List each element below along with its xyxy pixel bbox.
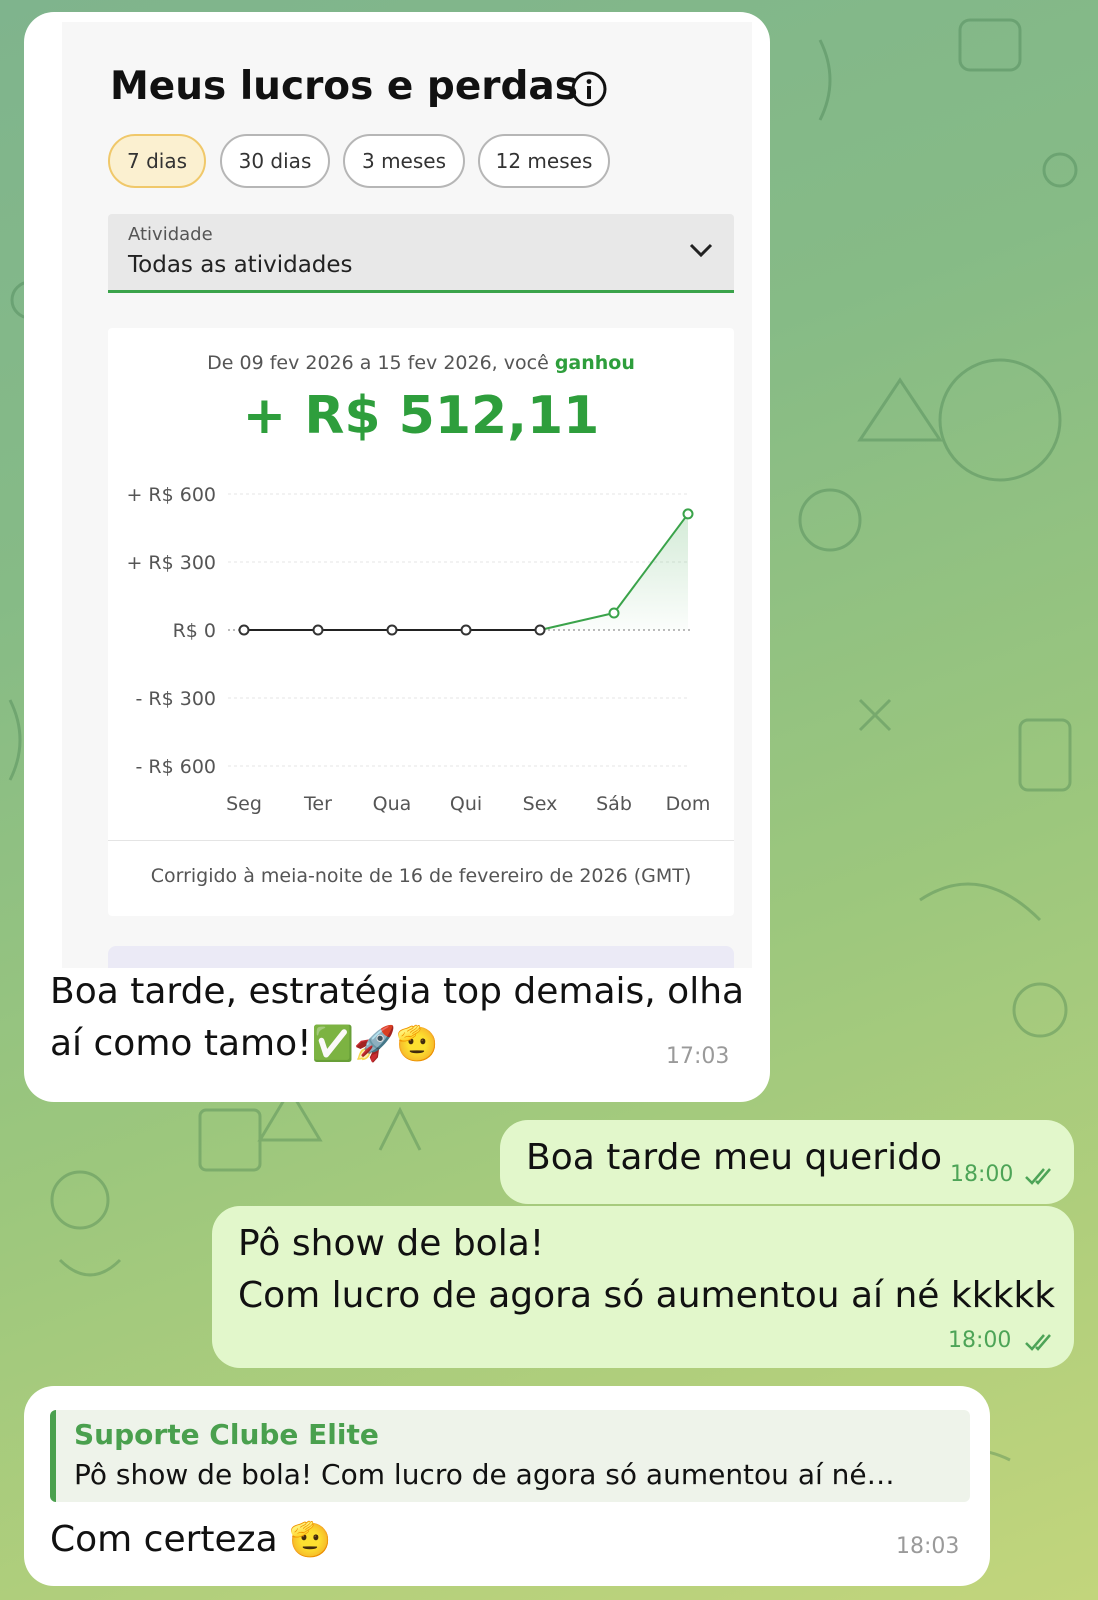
data-point (608, 607, 620, 619)
message-line-2: Com lucro de agora só aumentou aí né kkk… (238, 1275, 1056, 1316)
outgoing-message[interactable]: Boa tarde meu querido 18:00 (500, 1120, 1074, 1204)
incoming-reply-message[interactable]: Suporte Clube Elite Pô show de bola! Com… (24, 1386, 990, 1586)
total-profit: + R$ 512,11 (242, 386, 600, 446)
activity-select[interactable]: Atividade Todas as atividades (108, 214, 734, 293)
read-checkmarks-icon (1025, 1334, 1051, 1351)
message-time: 18:00 (948, 1328, 1012, 1353)
footnote: Corrigido à meia-noite de 16 de fevereir… (108, 840, 734, 917)
chevron-down-icon (689, 243, 713, 258)
activity-value: Todas as atividades (128, 252, 353, 278)
y-tick-label: - R$ 300 (136, 688, 217, 710)
message-text: Com certeza 🫡 (50, 1514, 331, 1566)
x-tick-label: Qui (450, 793, 482, 815)
read-checkmarks-icon (1025, 1168, 1051, 1185)
next-card-edge (108, 946, 734, 968)
filter-label: 12 meses (495, 149, 593, 173)
message-time: 18:03 (896, 1534, 960, 1559)
message-body: Boa tarde meu querido (526, 1137, 942, 1178)
message-time: 18:00 (950, 1162, 1014, 1187)
period-summary: De 09 fev 2026 a 15 fev 2026, você ganho… (108, 352, 734, 374)
period-text: De 09 fev 2026 a 15 fev 2026, você (207, 352, 549, 374)
filter-3-meses[interactable]: 3 meses (343, 134, 465, 188)
message-time: 17:03 (666, 1044, 730, 1069)
data-point (682, 508, 694, 520)
message-body: Com certeza (50, 1519, 278, 1560)
pnl-card: De 09 fev 2026 a 15 fev 2026, você ganho… (108, 328, 734, 916)
activity-label: Atividade (128, 224, 213, 245)
message-line-1: Pô show de bola! (238, 1223, 545, 1264)
filter-12-meses[interactable]: 12 meses (478, 134, 610, 188)
outgoing-message[interactable]: Pô show de bola! Com lucro de agora só a… (212, 1206, 1074, 1368)
x-tick-label: Sex (523, 793, 558, 815)
quoted-reply[interactable]: Suporte Clube Elite Pô show de bola! Com… (50, 1410, 970, 1502)
filter-label: 7 dias (126, 149, 187, 173)
filter-label: 30 dias (238, 149, 312, 173)
y-tick-label: R$ 0 (173, 620, 216, 642)
reply-quote: Pô show de bola! Com lucro de agora só a… (74, 1458, 895, 1491)
x-tick-label: Sáb (596, 793, 632, 815)
pnl-line-chart: + R$ 600 + R$ 300 R$ 0 - R$ 300 - R$ 600 Seg T… (126, 484, 711, 815)
reply-author: Suporte Clube Elite (74, 1418, 379, 1451)
data-point (534, 624, 546, 636)
x-tick-label: Qua (373, 793, 412, 815)
x-tick-label: Ter (303, 793, 332, 815)
y-tick-label: + R$ 300 (126, 552, 216, 574)
filter-label: 3 meses (361, 149, 446, 173)
message-text: Boa tarde, estratégia top demais, olha a… (50, 966, 750, 1070)
profit-loss-screenshot[interactable]: Meus lucros e perdas 7 dias 30 dias 3 me… (62, 22, 752, 968)
info-icon[interactable] (570, 70, 608, 108)
data-point (386, 624, 398, 636)
y-tick-label: - R$ 600 (136, 756, 217, 778)
message-emoji: 🫡 (289, 1520, 332, 1560)
x-tick-label: Dom (666, 793, 711, 815)
y-tick-label: + R$ 600 (126, 484, 216, 506)
filter-7-dias[interactable]: 7 dias (108, 134, 206, 188)
data-point (238, 624, 250, 636)
period-keyword: ganhou (554, 352, 635, 374)
page-title: Meus lucros e perdas (110, 64, 578, 109)
data-point (460, 624, 472, 636)
data-point (312, 624, 324, 636)
message-emojis: ✅🚀🫡 (311, 1024, 439, 1064)
incoming-image-message[interactable]: Meus lucros e perdas 7 dias 30 dias 3 me… (24, 12, 770, 1102)
x-tick-label: Seg (226, 793, 262, 815)
filter-30-dias[interactable]: 30 dias (220, 134, 330, 188)
